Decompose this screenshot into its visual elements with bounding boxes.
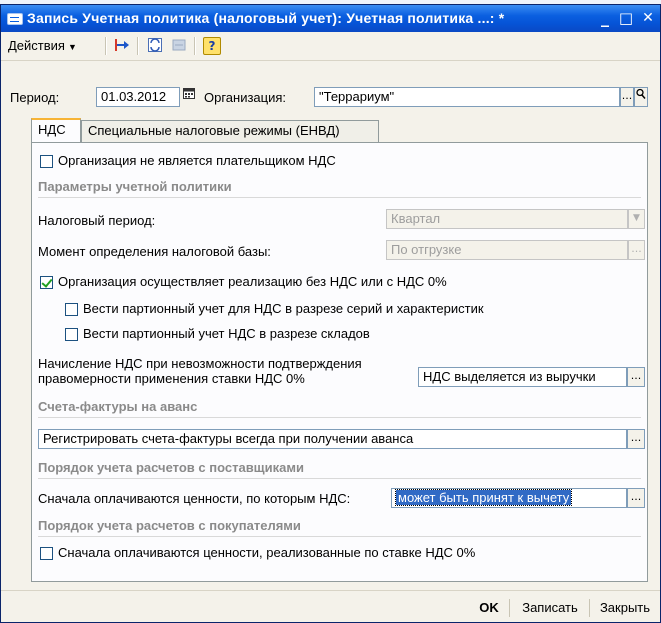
help-icon[interactable]: ? [203,37,221,55]
organization-label: Организация: [204,90,287,105]
zero-rate-checkbox[interactable] [40,276,53,289]
section-suppliers: Порядок учета расчетов с поставщиками [38,460,641,479]
buyers-label: Сначала оплачиваются ценности, реализова… [58,545,476,560]
chevron-down-icon: ▼ [67,42,77,52]
organization-select-button[interactable]: ... [620,87,634,107]
dialog-window: Запись Учетная политика (налоговый учет)… [0,4,661,623]
zero-rate-label: Организация осуществляет реализацию без … [58,274,447,289]
chevron-down-icon: ▼ [628,209,645,229]
window-icon [7,13,23,25]
organization-field[interactable]: "Террариум" [314,87,620,107]
invoices-select-button[interactable]: ... [627,429,645,449]
charge-label-line2: правомерности применения ставки НДС 0% [38,371,305,386]
toolbar-separator [137,37,139,55]
save-button[interactable]: Записать [516,597,584,619]
period-label: Период: [10,90,60,105]
search-icon[interactable] [634,87,648,107]
charge-field[interactable]: НДС выделяется из выручки [418,367,627,387]
tab-panel-nds: Организация не является плательщиком НДС… [31,142,648,582]
refresh-icon[interactable] [146,37,164,55]
minimize-button[interactable]: _ [596,8,614,28]
section-buyers: Порядок учета расчетов с покупателями [38,518,641,537]
tax-period-label: Налоговый период: [38,213,156,228]
actions-menu[interactable]: Действия ▼ [8,38,77,53]
footer-separator [589,599,590,617]
disabled-icon [170,37,188,55]
not-payer-checkbox[interactable] [40,155,53,168]
tax-base-moment-label: Момент определения налоговой базы: [38,244,271,259]
batch-warehouse-label: Вести партионный учет НДС в разрезе скла… [83,326,370,341]
not-payer-label: Организация не является плательщиком НДС [58,153,336,168]
close-dialog-button[interactable]: Закрыть [595,597,655,619]
maximize-button[interactable]: □ [617,8,635,28]
toolbar-separator [194,37,196,55]
section-invoices: Счета-фактуры на аванс [38,399,641,418]
tax-base-moment-select-button: ... [628,240,645,260]
tax-base-moment-field: По отгрузке [386,240,628,260]
calendar-icon[interactable] [181,87,197,107]
charge-label-line1: Начисление НДС при невозможности подтвер… [38,356,362,371]
suppliers-value: может быть принят к вычету [394,489,573,506]
batch-warehouse-checkbox[interactable] [65,328,78,341]
tab-nds[interactable]: НДС [31,118,81,142]
toolbar-separator [105,37,107,55]
title-bar[interactable]: Запись Учетная политика (налоговый учет)… [1,5,660,32]
ok-button[interactable]: OK [475,597,503,619]
insert-icon[interactable] [113,37,131,55]
toolbar: Действия ▼ ? [1,32,660,61]
invoices-field[interactable]: Регистрировать счета-фактуры всегда при … [38,429,627,449]
suppliers-field[interactable]: может быть принят к вычету [391,488,627,508]
charge-select-button[interactable]: ... [627,367,645,387]
batch-series-label: Вести партионный учет для НДС в разрезе … [83,301,484,316]
suppliers-label: Сначала оплачиваются ценности, по которы… [38,491,351,506]
window-title: Запись Учетная политика (налоговый учет)… [27,10,505,26]
close-button[interactable]: ✕ [639,8,657,28]
actions-menu-label: Действия [8,38,65,53]
period-field[interactable]: 01.03.2012 [96,87,180,107]
footer-bar: OK Записать Закрыть [1,590,660,622]
footer-separator [509,599,510,617]
batch-series-checkbox[interactable] [65,303,78,316]
tab-special-regimes[interactable]: Специальные налоговые режимы (ЕНВД) [81,120,379,142]
tax-period-select: Квартал [386,209,628,229]
section-params: Параметры учетной политики [38,179,641,198]
suppliers-select-button[interactable]: ... [627,488,645,508]
buyers-checkbox[interactable] [40,547,53,560]
